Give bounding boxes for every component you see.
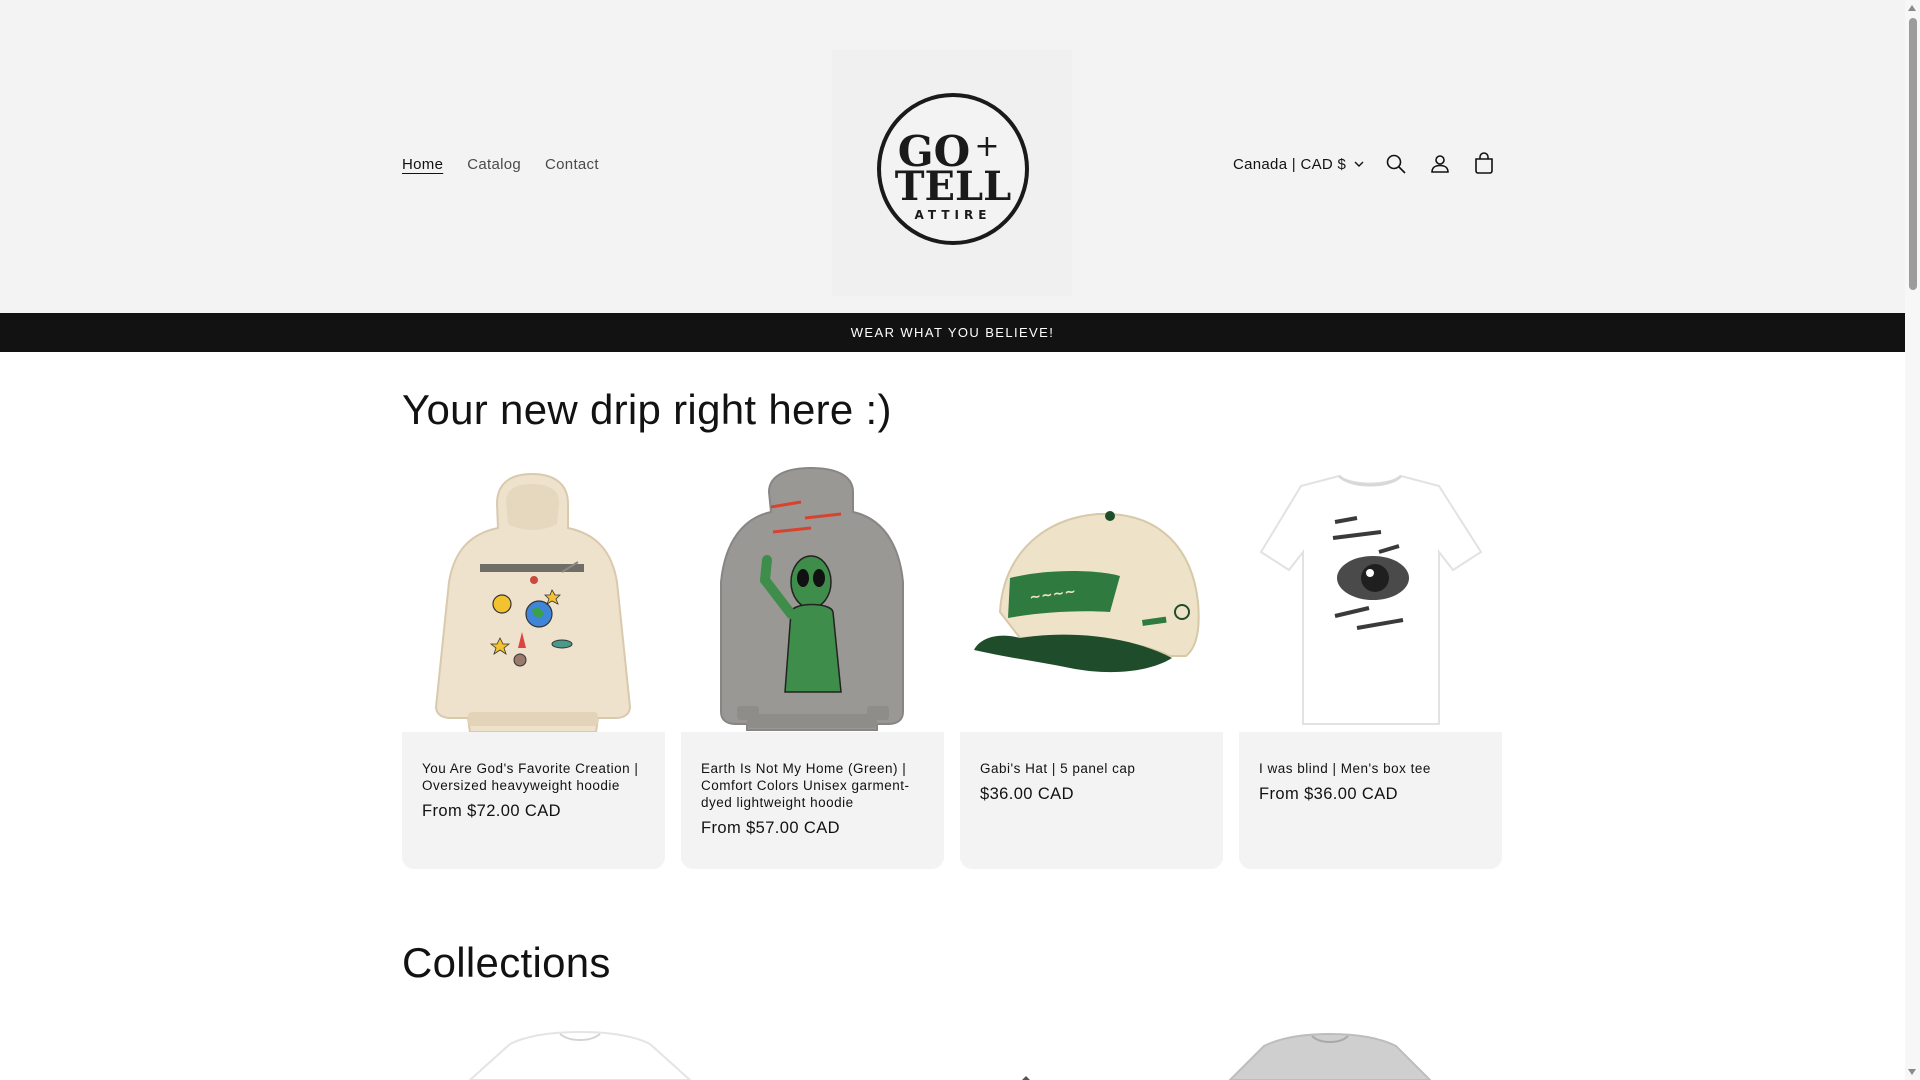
product-title[interactable]: Gabi's Hat | 5 panel cap bbox=[980, 760, 1205, 777]
product-title[interactable]: You Are God's Favorite Creation | Oversi… bbox=[422, 760, 647, 794]
account-icon[interactable] bbox=[1428, 152, 1452, 176]
collection-tshirt-grey-image[interactable] bbox=[1220, 1030, 1460, 1080]
hoodie-back-cream-image bbox=[434, 472, 632, 733]
page-scrollbar[interactable] bbox=[1905, 0, 1920, 1080]
product-image: ~~~~ bbox=[960, 462, 1223, 732]
collection-image-partial[interactable] bbox=[1016, 1030, 1036, 1080]
product-price: From $72.00 CAD bbox=[422, 802, 561, 820]
country-currency-selector[interactable]: Canada | CAD $ bbox=[1233, 156, 1364, 173]
header-actions: Canada | CAD $ bbox=[1233, 152, 1496, 176]
product-title[interactable]: I was blind | Men's box tee bbox=[1259, 760, 1484, 777]
product-image bbox=[681, 462, 944, 732]
site-logo[interactable]: GO + TELL ATTIRE bbox=[876, 92, 1030, 246]
product-info: Earth Is Not My Home (Green) | Comfort C… bbox=[701, 760, 926, 838]
product-price: From $36.00 CAD bbox=[1259, 785, 1398, 803]
hoodie-alien-grey-image bbox=[720, 466, 904, 731]
scroll-down-arrow-icon[interactable] bbox=[1908, 1069, 1916, 1075]
product-info: You Are God's Favorite Creation | Oversi… bbox=[422, 760, 647, 821]
featured-title: Your new drip right here :) bbox=[402, 386, 892, 433]
cart-icon[interactable] bbox=[1472, 152, 1496, 176]
scroll-up-arrow-icon[interactable] bbox=[1908, 5, 1916, 11]
announcement-bar: WEAR WHAT YOU BELIEVE! bbox=[0, 313, 1905, 352]
country-label: Canada | CAD $ bbox=[1233, 155, 1347, 173]
product-card[interactable]: ~~~~ Gabi's Hat | 5 panel cap $36.00 CAD bbox=[960, 462, 1223, 869]
product-card[interactable]: You Are God's Favorite Creation | Oversi… bbox=[402, 462, 665, 869]
logo-text-attire: ATTIRE bbox=[915, 208, 992, 222]
product-title[interactable]: Earth Is Not My Home (Green) | Comfort C… bbox=[701, 760, 926, 811]
product-image bbox=[402, 462, 665, 733]
product-image bbox=[1239, 462, 1502, 732]
search-icon[interactable] bbox=[1384, 152, 1408, 176]
logo-text-plus: + bbox=[974, 129, 999, 164]
announcement-text: WEAR WHAT YOU BELIEVE! bbox=[850, 325, 1055, 340]
product-card[interactable]: I was blind | Men's box tee From $36.00 … bbox=[1239, 462, 1502, 869]
collections-title: Collections bbox=[402, 939, 611, 986]
collection-tshirt-white-image[interactable] bbox=[460, 1030, 720, 1080]
cap-image: ~~~~ bbox=[974, 511, 1200, 673]
product-info: I was blind | Men's box tee From $36.00 … bbox=[1259, 760, 1484, 804]
product-info: Gabi's Hat | 5 panel cap $36.00 CAD bbox=[980, 760, 1205, 804]
nav-contact-link[interactable]: Contact bbox=[545, 156, 599, 173]
main-nav: Home Catalog Contact bbox=[402, 156, 599, 173]
product-card[interactable]: Earth Is Not My Home (Green) | Comfort C… bbox=[681, 462, 944, 869]
nav-home-link[interactable]: Home bbox=[402, 156, 443, 173]
tshirt-white-image bbox=[1259, 474, 1483, 725]
nav-catalog-link[interactable]: Catalog bbox=[467, 156, 521, 173]
site-header: Home Catalog Contact GO + TELL ATTIRE Ca… bbox=[0, 0, 1905, 313]
product-price: From $57.00 CAD bbox=[701, 819, 840, 837]
product-price: $36.00 CAD bbox=[980, 785, 1074, 803]
chevron-down-icon bbox=[1354, 161, 1364, 167]
page: Home Catalog Contact GO + TELL ATTIRE Ca… bbox=[0, 0, 1905, 1080]
logo-text-tell: TELL bbox=[895, 163, 1012, 210]
scrollbar-thumb[interactable] bbox=[1909, 18, 1917, 290]
